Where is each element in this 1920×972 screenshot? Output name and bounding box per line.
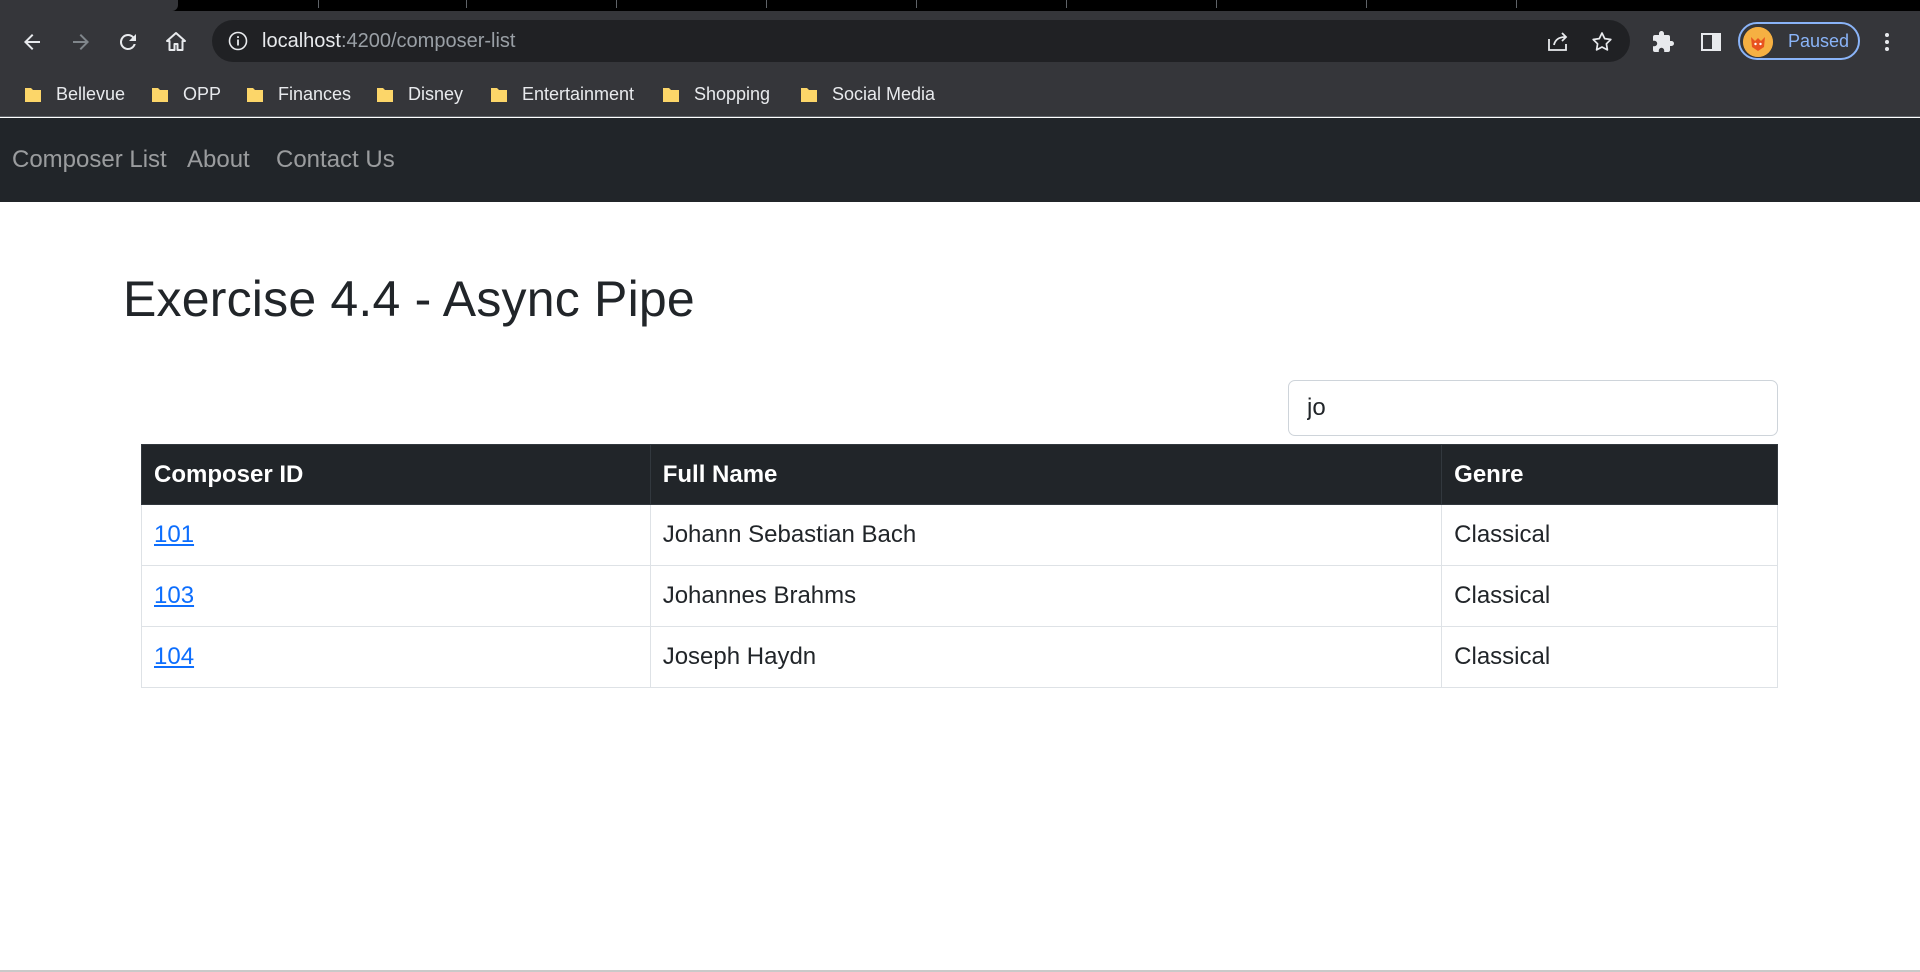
composer-id-cell: 101 <box>141 504 651 566</box>
profile-button[interactable]: Paused <box>1738 22 1860 60</box>
column-header-full-name: Full Name <box>649 444 1443 505</box>
bookmark-label: Disney <box>408 83 464 104</box>
column-header-genre: Genre <box>1441 444 1778 505</box>
full-name-cell: Johann Sebastian Bach <box>649 504 1443 566</box>
bookmark-label: Bellevue <box>56 83 126 104</box>
bookmark-label: Finances <box>278 83 352 104</box>
folder-icon <box>152 87 168 102</box>
forward-button[interactable] <box>64 25 98 59</box>
home-button[interactable] <box>159 25 193 59</box>
side-panel-icon <box>1701 33 1721 51</box>
bookmark-folder[interactable]: Entertainment <box>490 71 634 117</box>
info-icon[interactable] <box>228 31 248 51</box>
bookmark-folder[interactable]: OPP <box>151 71 221 117</box>
bookmark-folder[interactable]: Bellevue <box>24 71 125 117</box>
nav-link-contact-us[interactable]: Contact Us <box>276 118 395 202</box>
table-header: Composer ID Full Name Genre <box>141 444 1778 505</box>
genre-cell: Classical <box>1441 504 1778 566</box>
column-header-composer-id: Composer ID <box>141 444 651 505</box>
tab-strip <box>0 0 1920 11</box>
tab-separator <box>466 0 467 8</box>
folder-icon <box>491 87 507 102</box>
nav-link-about[interactable]: About <box>187 118 250 202</box>
arrow-right-icon <box>73 34 89 50</box>
puzzle-icon <box>1653 31 1674 52</box>
url-path: :4200/composer-list <box>340 30 516 52</box>
composer-id-cell: 104 <box>141 626 651 688</box>
genre-cell: Classical <box>1441 626 1778 688</box>
browser-menu-button[interactable] <box>1870 25 1904 59</box>
fox-avatar-icon <box>1743 27 1773 57</box>
tab-separator <box>1216 0 1217 8</box>
composer-id-link[interactable]: 103 <box>154 582 194 609</box>
page-title: Exercise 4.4 - Async Pipe <box>123 271 695 327</box>
bookmark-label: Shopping <box>694 83 771 104</box>
tab-separator <box>616 0 617 8</box>
full-name-cell: Johannes Brahms <box>649 565 1443 627</box>
table-header-row: Composer ID Full Name Genre <box>141 444 1778 505</box>
side-panel-button[interactable] <box>1694 25 1728 59</box>
tab-separator <box>318 0 319 8</box>
bookmark-folder[interactable]: Disney <box>376 71 463 117</box>
composer-table: Composer ID Full Name Genre 101 Johann S… <box>141 444 1778 688</box>
tab-separator <box>1516 0 1517 8</box>
composer-search-input[interactable] <box>1288 380 1778 436</box>
tab-separator <box>1066 0 1067 8</box>
table-body: 101 Johann Sebastian Bach Classical 103 … <box>141 504 1778 688</box>
composer-id-cell: 103 <box>141 565 651 627</box>
reload-icon <box>119 33 136 50</box>
bookmark-label: Social Media <box>832 83 936 104</box>
share-icon[interactable] <box>1546 30 1570 52</box>
bookmark-label: OPP <box>183 83 222 104</box>
bookmark-folder[interactable]: Social Media <box>800 71 935 117</box>
browser-toolbar: localhost:4200/composer-list Paused <box>0 11 1920 71</box>
genre-cell: Classical <box>1441 565 1778 627</box>
arrow-left-icon <box>24 34 40 50</box>
folder-icon <box>663 87 679 102</box>
bookmark-folder[interactable]: Finances <box>246 71 351 117</box>
tab-separator <box>916 0 917 8</box>
folder-icon <box>801 87 817 102</box>
bookmark-label: Entertainment <box>522 83 635 104</box>
avatar <box>1743 27 1773 57</box>
full-name-cell: Joseph Haydn <box>649 626 1443 688</box>
active-tab[interactable] <box>0 0 178 11</box>
address-bar[interactable]: localhost:4200/composer-list <box>212 20 1630 62</box>
tab-separator <box>1366 0 1367 8</box>
bookmarks-bar: Bellevue OPP Finances Disney Entertainme… <box>0 71 1920 117</box>
profile-status-label: Paused <box>1788 31 1850 51</box>
back-button[interactable] <box>15 25 49 59</box>
tab-separator <box>766 0 767 8</box>
bookmark-folder[interactable]: Shopping <box>662 71 770 117</box>
folder-icon <box>25 87 41 102</box>
table-row: 101 Johann Sebastian Bach Classical <box>141 504 1778 566</box>
address-url[interactable]: localhost:4200/composer-list <box>262 20 515 62</box>
table-row: 104 Joseph Haydn Classical <box>141 626 1778 688</box>
url-host: localhost <box>262 30 341 52</box>
home-icon <box>166 32 186 51</box>
reload-button[interactable] <box>111 25 145 59</box>
folder-icon <box>247 87 263 102</box>
app-navbar: Composer List About Contact Us <box>0 118 1920 202</box>
nav-link-composer-list[interactable]: Composer List <box>12 118 167 202</box>
table-row: 103 Johannes Brahms Classical <box>141 565 1778 627</box>
more-vert-icon <box>1885 33 1889 51</box>
extensions-button[interactable] <box>1646 25 1680 59</box>
composer-id-link[interactable]: 101 <box>154 521 194 548</box>
folder-icon <box>377 87 393 102</box>
composer-id-link[interactable]: 104 <box>154 643 194 670</box>
bookmark-star-icon[interactable] <box>1590 30 1614 54</box>
